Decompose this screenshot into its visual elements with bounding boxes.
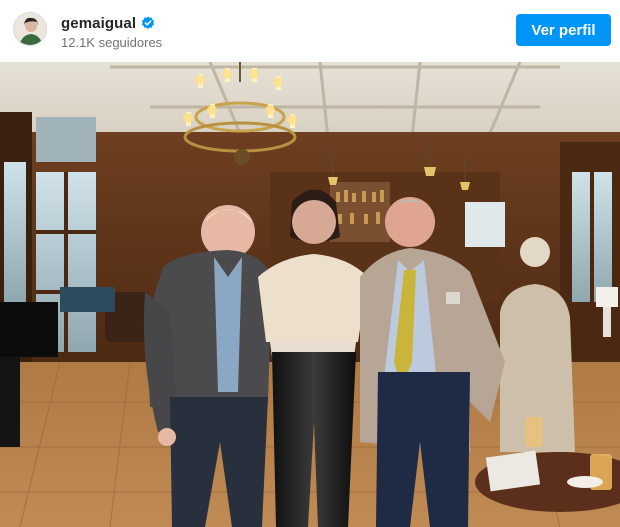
post-photo [0,62,620,527]
account-info: gemaigual 12.1K seguidores [61,14,163,51]
username-row: gemaigual [61,14,162,32]
post-header: gemaigual 12.1K seguidores Ver perfil [0,0,620,62]
profile-avatar[interactable] [13,12,47,46]
username[interactable]: gemaigual [61,15,136,32]
follower-count: 12.1K seguidores [61,35,163,50]
view-profile-button[interactable]: Ver perfil [516,14,611,46]
verified-badge-icon [141,16,155,30]
